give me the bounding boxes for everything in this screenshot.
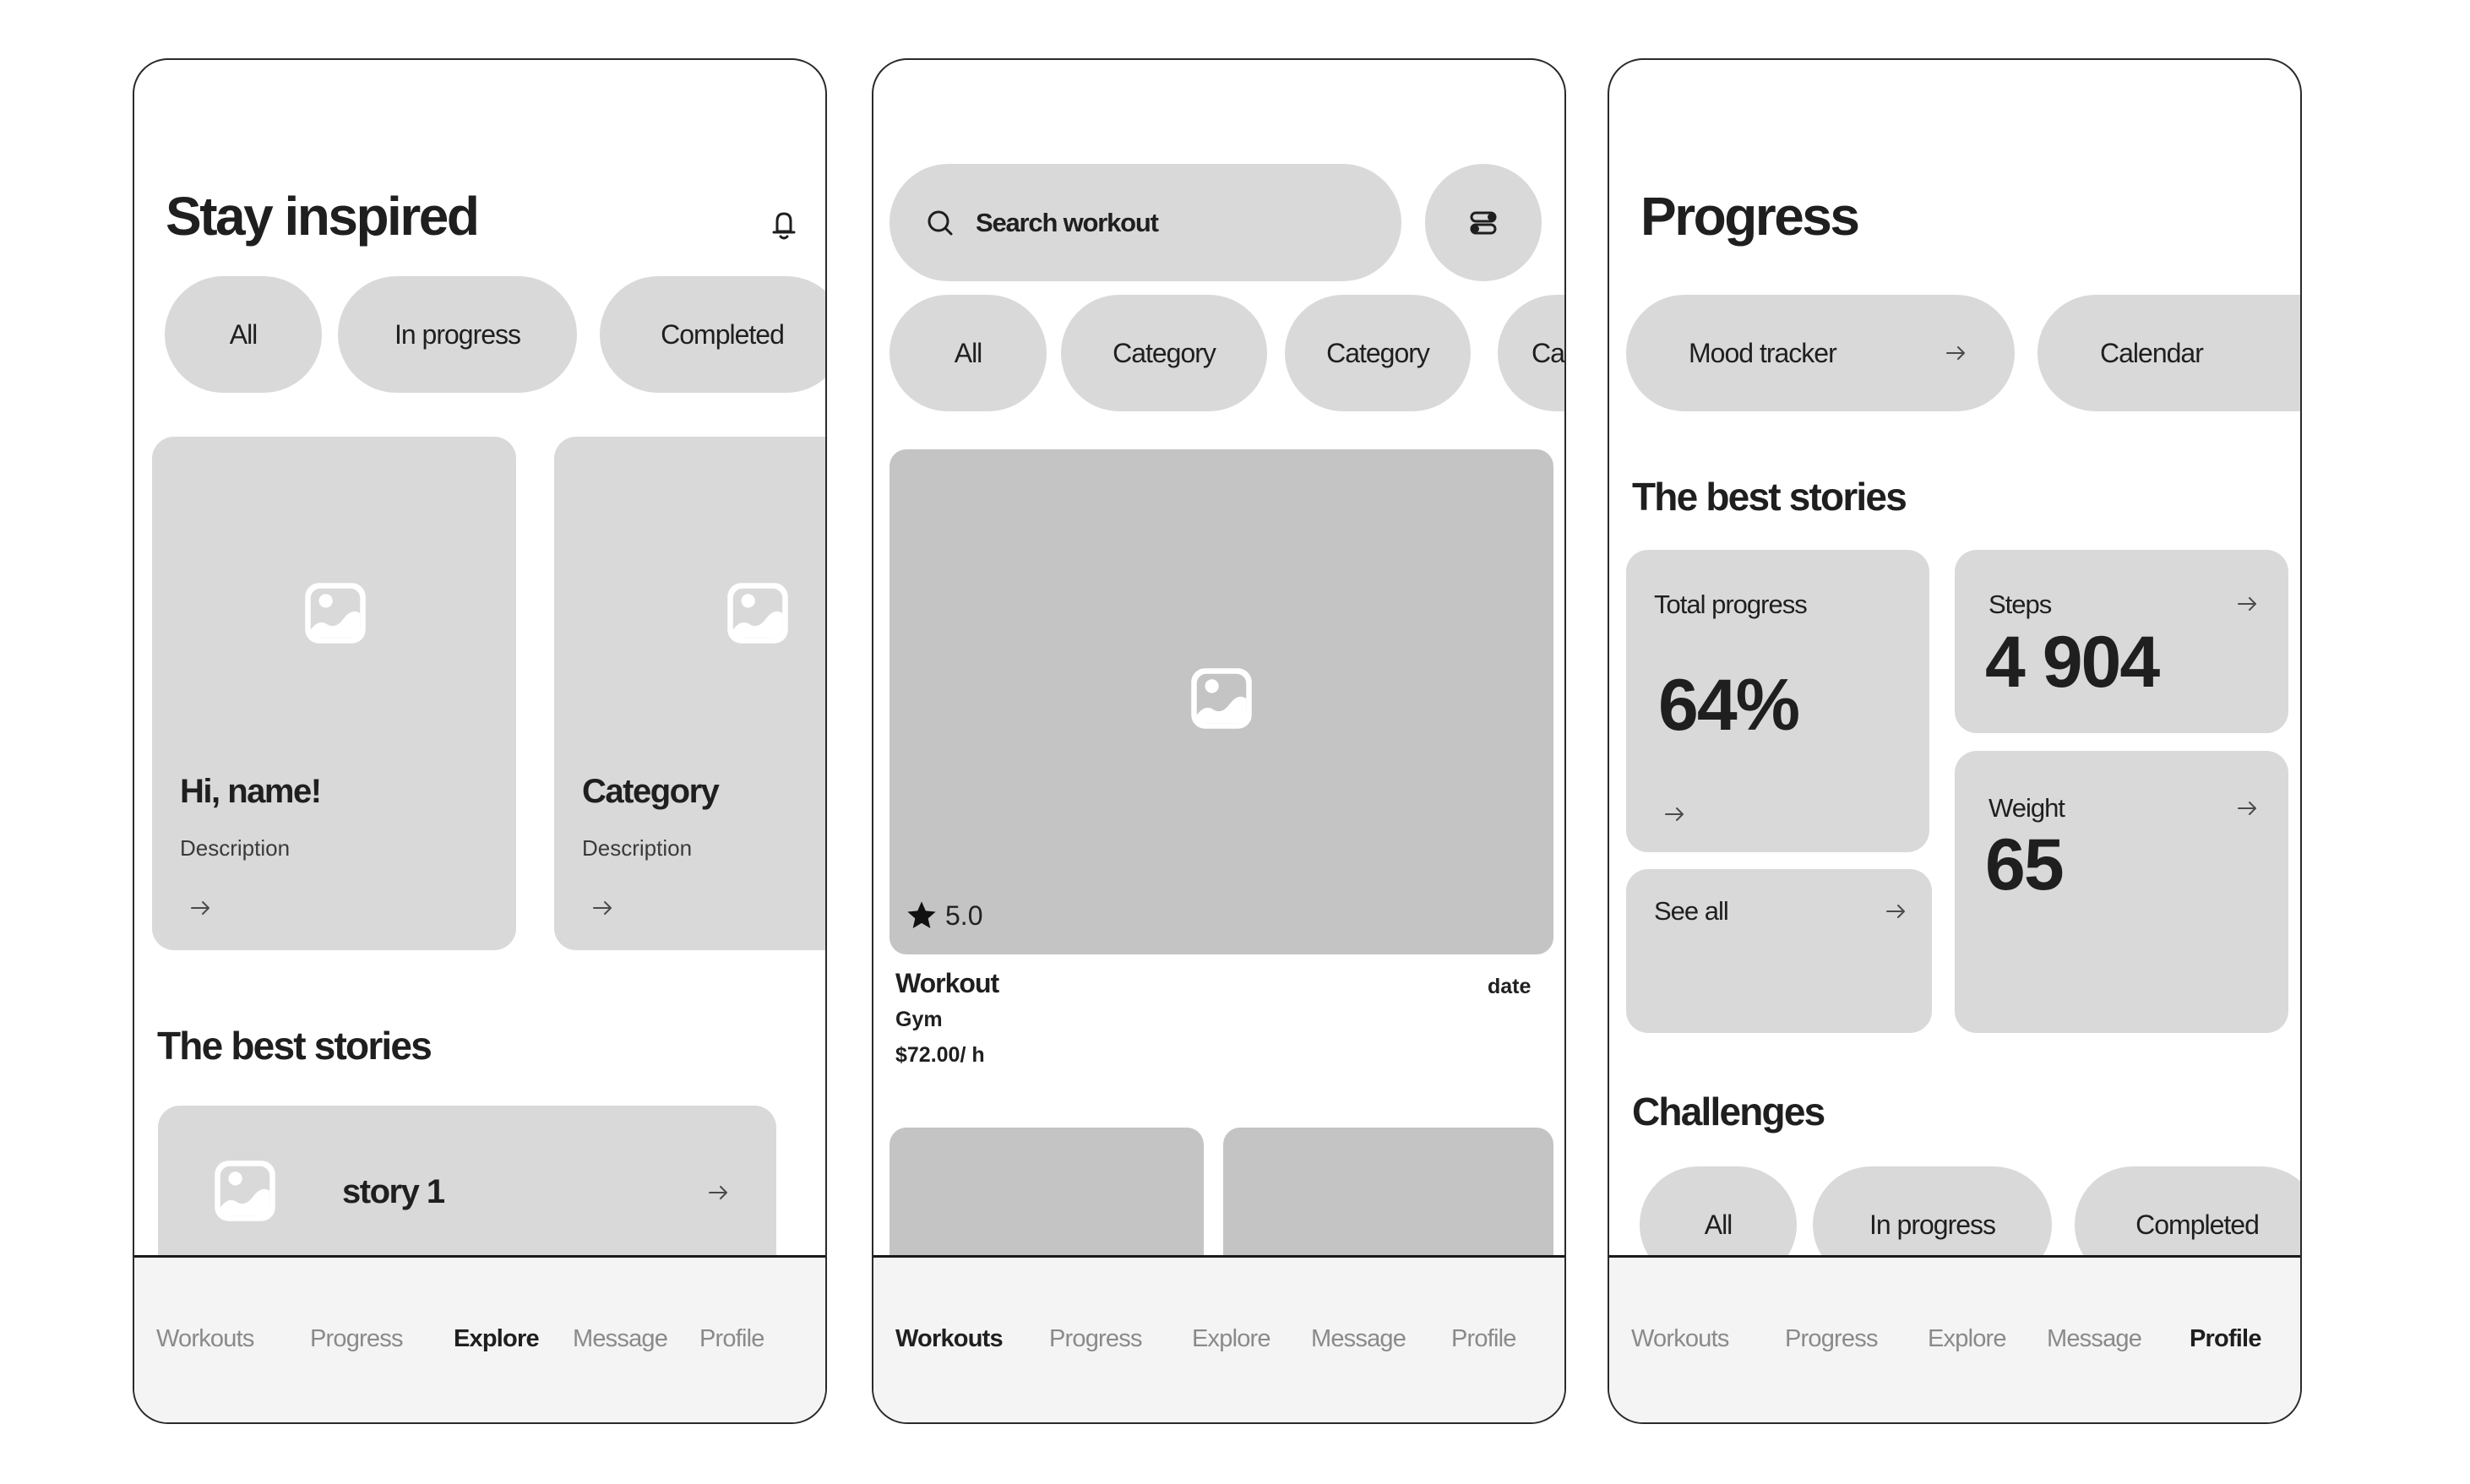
nav-explore[interactable]: Explore — [454, 1325, 540, 1353]
nav-progress[interactable]: Progress — [1049, 1325, 1142, 1353]
arrow-right-icon — [2238, 597, 2256, 611]
card-description: Description — [582, 835, 693, 861]
nav-workouts[interactable]: Workouts — [895, 1325, 1004, 1353]
category-chip[interactable]: Category — [1285, 295, 1471, 411]
bottom-nav: Workouts Progress Explore Message Profil… — [873, 1255, 1564, 1422]
image-placeholder-icon — [1191, 668, 1252, 729]
workout-price: $72.00/ h — [895, 1043, 985, 1067]
nav-message[interactable]: Message — [573, 1325, 668, 1353]
stat-value: 4 904 — [1985, 622, 2160, 703]
mood-tracker-link[interactable]: Mood tracker — [1626, 295, 2015, 411]
stat-value: 65 — [1985, 824, 2065, 905]
arrow-right-icon — [1665, 807, 1684, 821]
arrow-right-icon[interactable] — [190, 900, 212, 916]
see-all-card[interactable]: See all — [1626, 869, 1932, 1033]
workout-location: Gym — [895, 1008, 943, 1031]
nav-progress[interactable]: Progress — [1785, 1325, 1878, 1353]
nav-profile[interactable]: Profile — [1451, 1325, 1516, 1353]
nav-message[interactable]: Message — [2047, 1325, 2142, 1353]
weight-card[interactable]: Weight 65 — [1955, 751, 2288, 1033]
arrow-right-icon — [1886, 905, 1905, 918]
image-placeholder-icon — [305, 583, 366, 644]
workout-image[interactable]: 5.0 — [890, 449, 1553, 954]
nav-workouts[interactable]: Workouts — [156, 1325, 254, 1353]
nav-message[interactable]: Message — [1311, 1325, 1406, 1353]
category-chip-all[interactable]: All — [890, 295, 1047, 411]
feature-card[interactable]: Hi, name! Description — [152, 437, 516, 950]
category-chip[interactable]: Category — [1498, 295, 1564, 411]
card-description: Description — [180, 835, 291, 861]
filter-chip-in-progress[interactable]: In progress — [338, 276, 577, 393]
search-icon — [928, 210, 953, 235]
workout-title[interactable]: Workout — [895, 968, 999, 999]
page-title: Progress — [1640, 186, 1860, 247]
feature-card[interactable]: Category Description — [554, 437, 825, 950]
filter-toggles-icon — [1470, 211, 1497, 234]
link-label: Mood tracker — [1689, 337, 1837, 368]
filter-button[interactable] — [1425, 164, 1542, 281]
search-placeholder: Search workout — [976, 207, 1159, 237]
bottom-nav: Workouts Progress Explore Message Profil… — [134, 1255, 825, 1422]
card-title: Hi, name! — [180, 773, 322, 810]
total-progress-card[interactable]: Total progress 64% — [1626, 550, 1929, 852]
workout-date: date — [1488, 975, 1532, 998]
phone-workouts-screen: Search workout All Category Category Cat… — [872, 58, 1566, 1424]
search-input[interactable]: Search workout — [890, 164, 1401, 281]
category-chip[interactable]: Category — [1061, 295, 1267, 411]
story-title: story 1 — [342, 1173, 445, 1210]
filter-chip-all[interactable]: All — [165, 276, 322, 393]
nav-explore[interactable]: Explore — [1192, 1325, 1271, 1353]
stat-label: Steps — [1989, 590, 2052, 619]
arrow-right-icon[interactable] — [708, 1184, 730, 1201]
arrow-right-icon — [1946, 346, 1965, 360]
see-all-label: See all — [1654, 896, 1729, 926]
rating-value: 5.0 — [945, 900, 983, 931]
image-placeholder-icon — [215, 1161, 275, 1221]
nav-explore[interactable]: Explore — [1928, 1325, 2007, 1353]
phone-explore-screen: Stay inspired All In progress Completed … — [133, 58, 827, 1424]
rating: 5.0 — [905, 899, 982, 932]
star-icon — [907, 901, 936, 928]
section-title: The best stories — [157, 1024, 433, 1068]
nav-profile[interactable]: Profile — [699, 1325, 764, 1353]
page-title: Stay inspired — [166, 186, 480, 247]
image-placeholder-icon — [727, 583, 788, 644]
challenges-title: Challenges — [1632, 1090, 1825, 1133]
calendar-link[interactable]: Calendar — [2037, 295, 2300, 411]
section-title: The best stories — [1632, 475, 1907, 519]
bell-icon[interactable] — [770, 209, 798, 242]
nav-profile[interactable]: Profile — [2190, 1325, 2261, 1353]
filter-chip-completed[interactable]: Completed — [600, 276, 825, 393]
phone-progress-screen: Progress Mood tracker Calendar The best … — [1608, 58, 2302, 1424]
steps-card[interactable]: Steps 4 904 — [1955, 550, 2288, 733]
bottom-nav: Workouts Progress Explore Message Profil… — [1609, 1255, 2300, 1422]
stat-label: Weight — [1989, 793, 2065, 823]
stat-value: 64% — [1658, 665, 1800, 746]
nav-progress[interactable]: Progress — [310, 1325, 403, 1353]
stat-label: Total progress — [1654, 590, 1808, 619]
arrow-right-icon — [2238, 802, 2256, 815]
nav-workouts[interactable]: Workouts — [1631, 1325, 1729, 1353]
arrow-right-icon[interactable] — [592, 900, 614, 916]
card-title: Category — [582, 773, 720, 810]
